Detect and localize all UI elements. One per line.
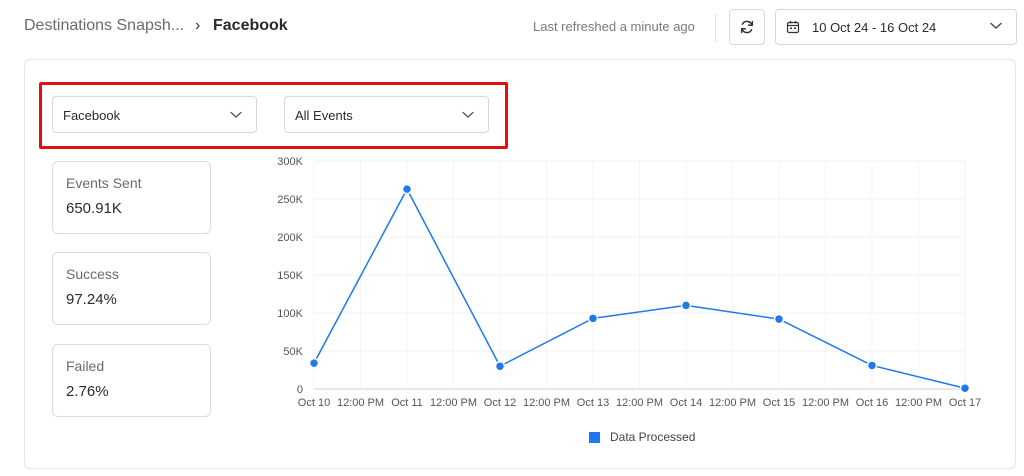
chevron-down-icon bbox=[230, 111, 242, 118]
data-point bbox=[401, 183, 413, 195]
events-select-value: All Events bbox=[295, 108, 353, 123]
destination-select[interactable]: Facebook bbox=[52, 96, 257, 133]
y-tick-label: 200K bbox=[277, 232, 303, 244]
stat-label: Failed bbox=[66, 358, 105, 374]
breadcrumb-parent[interactable]: Destinations Snapsh... bbox=[24, 17, 184, 35]
data-point bbox=[494, 360, 506, 372]
y-tick-label: 0 bbox=[297, 384, 303, 396]
header-divider bbox=[715, 14, 716, 42]
data-point bbox=[959, 382, 971, 394]
x-tick-label: 12:00 PM bbox=[523, 397, 570, 409]
stat-value: 2.76% bbox=[66, 383, 109, 400]
x-tick-label: 12:00 PM bbox=[616, 397, 663, 409]
x-tick-label: 12:00 PM bbox=[709, 397, 756, 409]
refresh-button[interactable] bbox=[729, 9, 765, 45]
legend-swatch bbox=[589, 432, 600, 443]
line-chart: 0 50K 100K 150K 200K 250K 300K Oct 10 12:00 PM Oc… bbox=[277, 156, 981, 409]
x-tick-label: 12:00 PM bbox=[337, 397, 384, 409]
legend-label: Data Processed bbox=[610, 430, 696, 444]
x-tick-label: 12:00 PM bbox=[895, 397, 942, 409]
last-refreshed-text: Last refreshed a minute ago bbox=[533, 19, 695, 34]
breadcrumb-separator-icon: › bbox=[195, 17, 201, 34]
y-tick-label: 50K bbox=[283, 346, 303, 358]
x-tick-label: Oct 13 bbox=[577, 397, 609, 409]
x-tick-label: Oct 14 bbox=[670, 397, 702, 409]
events-select[interactable]: All Events bbox=[284, 96, 489, 133]
stat-label: Events Sent bbox=[66, 175, 142, 191]
y-tick-label: 100K bbox=[277, 308, 303, 320]
chevron-down-icon bbox=[990, 22, 1002, 29]
date-range-picker[interactable]: 10 Oct 24 - 16 Oct 24 bbox=[775, 9, 1017, 45]
refresh-icon bbox=[740, 20, 754, 34]
stat-value: 97.24% bbox=[66, 291, 117, 308]
x-tick-label: 12:00 PM bbox=[430, 397, 477, 409]
calendar-icon bbox=[786, 21, 800, 34]
stat-card-success: Success 97.24% bbox=[52, 252, 211, 325]
stat-card-events-sent: Events Sent 650.91K bbox=[52, 161, 211, 234]
breadcrumb-current: Facebook bbox=[213, 17, 288, 34]
data-point bbox=[680, 300, 692, 311]
x-tick-label: 12:00 PM bbox=[802, 397, 849, 409]
y-tick-label: 150K bbox=[277, 270, 303, 282]
top-bar: Destinations Snapsh... › Facebook Last r… bbox=[0, 0, 1024, 56]
data-point bbox=[308, 357, 320, 369]
stat-card-failed: Failed 2.76% bbox=[52, 344, 211, 417]
x-tick-label: Oct 17 bbox=[949, 397, 981, 409]
data-point bbox=[866, 360, 878, 371]
y-tick-label: 250K bbox=[277, 194, 303, 206]
x-tick-label: Oct 11 bbox=[391, 397, 423, 409]
stat-value: 650.91K bbox=[66, 200, 122, 217]
stat-label: Success bbox=[66, 266, 119, 282]
y-tick-label: 300K bbox=[277, 156, 303, 168]
data-point bbox=[587, 313, 599, 324]
x-tick-label: Oct 16 bbox=[856, 397, 888, 409]
data-point bbox=[773, 313, 785, 325]
x-tick-label: Oct 10 bbox=[298, 397, 330, 409]
chevron-down-icon bbox=[462, 111, 474, 118]
destination-select-value: Facebook bbox=[63, 108, 121, 123]
x-tick-label: Oct 12 bbox=[484, 397, 516, 409]
x-tick-label: Oct 15 bbox=[763, 397, 795, 409]
date-range-text: 10 Oct 24 - 16 Oct 24 bbox=[812, 20, 937, 35]
